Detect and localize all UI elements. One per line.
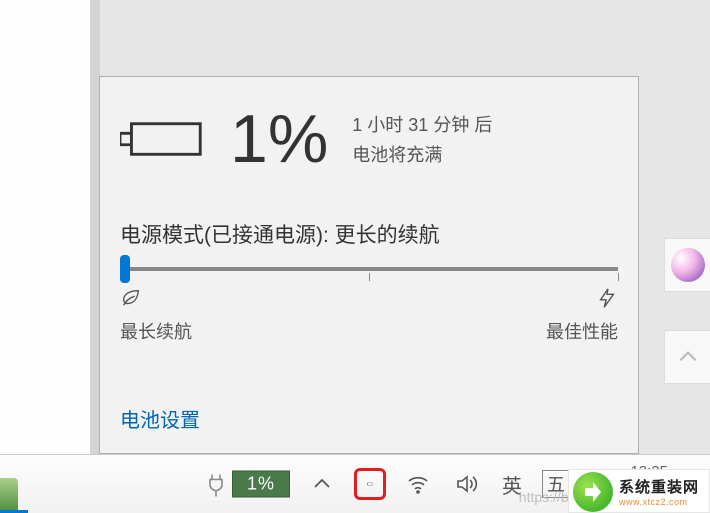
- wifi-icon: [406, 472, 430, 496]
- battery-charge-status: 电池将充满: [352, 141, 492, 167]
- slider-labels: 最长续航 最佳性能: [120, 287, 618, 344]
- chevron-up-icon: [310, 472, 334, 496]
- battery-status-text: 1 小时 31 分钟 后 电池将充满: [352, 111, 492, 167]
- brand-logo-icon: [573, 472, 613, 512]
- battery-flyout: 1% 1 小时 31 分钟 后 电池将充满 电源模式(已接通电源): 更长的续航…: [99, 76, 639, 454]
- taskbar-battery-badge: 1%: [232, 471, 290, 498]
- leaf-icon: [120, 287, 142, 314]
- battery-percent: 1%: [230, 105, 328, 173]
- battery-time-remaining: 1 小时 31 分钟 后: [352, 111, 492, 137]
- plug-icon: [206, 472, 226, 496]
- taskbar-app-icon[interactable]: [0, 478, 18, 513]
- speaker-icon: [454, 472, 478, 496]
- power-mode-label: 电源模式(已接通电源): 更长的续航: [120, 219, 618, 249]
- slider-left-end: 最长续航: [120, 287, 192, 344]
- battery-settings-link[interactable]: 电池设置: [120, 404, 200, 433]
- battery-charging-icon: [120, 118, 206, 160]
- brand-title: 系统重装网: [619, 476, 699, 497]
- side-widget-avatar[interactable]: [664, 238, 710, 292]
- slider-tick: [618, 273, 619, 281]
- side-widget-scrolltop[interactable]: [664, 330, 710, 384]
- chevron-up-icon: [675, 344, 701, 370]
- slider-tick: [369, 273, 370, 281]
- brand-subtitle: www.xtcz2.com: [619, 497, 699, 507]
- slider-thumb[interactable]: [120, 255, 130, 283]
- battery-header: 1% 1 小时 31 分钟 后 电池将充满: [120, 105, 618, 173]
- slider-track: [120, 267, 618, 271]
- power-mode-slider[interactable]: [120, 267, 618, 271]
- battery-icon: [367, 472, 373, 496]
- tray-volume-icon[interactable]: [450, 468, 482, 500]
- slider-right-end: 最佳性能: [546, 287, 618, 344]
- window-left-pane: [0, 0, 90, 454]
- tray-wifi-icon[interactable]: [402, 468, 434, 500]
- taskbar-battery-widget[interactable]: 1%: [206, 471, 290, 498]
- brand-badge[interactable]: 系统重装网 www.xtcz2.com: [568, 469, 710, 513]
- avatar-icon: [671, 248, 705, 282]
- tray-overflow-chevron[interactable]: [306, 468, 338, 500]
- taskbar: 1% 英 五 13:25 https://blog.csdn.net/… 系统: [0, 454, 710, 513]
- lightning-icon: [596, 287, 618, 314]
- slider-left-label: 最长续航: [120, 318, 192, 344]
- slider-right-label: 最佳性能: [546, 318, 618, 344]
- tray-battery-icon[interactable]: [354, 468, 386, 500]
